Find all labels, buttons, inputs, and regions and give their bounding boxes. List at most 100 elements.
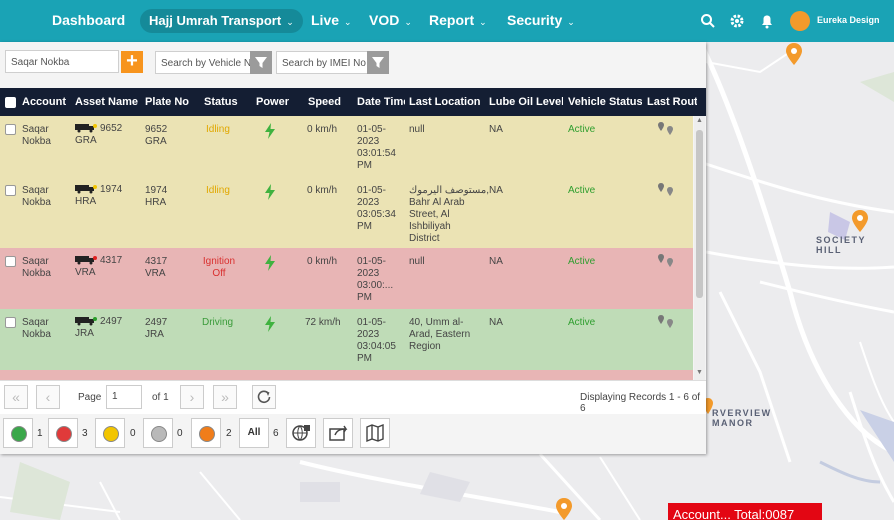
chevron-down-icon: ⌄: [286, 17, 294, 27]
row-lube: NA: [489, 124, 503, 135]
route-pins-icon[interactable]: [657, 183, 675, 197]
bell-icon[interactable]: [758, 12, 776, 30]
asset-code: VRA: [75, 267, 96, 278]
account-filter-input[interactable]: Saqar Nokba: [5, 50, 119, 73]
row-vehicle-status: Active: [568, 124, 596, 135]
map-label-manor: MANOR: [712, 418, 754, 428]
col-speed[interactable]: Speed: [308, 88, 354, 116]
col-lube-oil-level[interactable]: Lube Oil Level: [489, 88, 563, 116]
plate-line: 1974: [145, 185, 168, 196]
add-account-button[interactable]: +: [121, 51, 143, 73]
col-last-location[interactable]: Last Location: [409, 88, 487, 116]
plate-line: VRA: [145, 268, 166, 279]
table-scrollbar[interactable]: ▲ ▼: [694, 116, 705, 380]
col-asset-name[interactable]: Asset Name: [75, 88, 141, 116]
status-line: Off: [212, 268, 226, 279]
legend-green-button[interactable]: [3, 418, 33, 448]
scroll-down-icon[interactable]: ▼: [696, 369, 703, 376]
asset-number: 4317: [100, 255, 123, 266]
row-checkbox[interactable]: [5, 185, 16, 196]
route-pins-icon[interactable]: [657, 315, 675, 329]
row-date-time: 01-05- 2023 03:04:05 PM: [357, 317, 396, 365]
table-row[interactable]: Saqar Nokba 9652 GRA 9652 GRA Idling 0 km/h…: [0, 116, 693, 178]
row-account: Saqar Nokba: [22, 185, 51, 209]
account-total-badge[interactable]: Account... Total:0087: [668, 503, 822, 520]
dt-line: 01-05-: [357, 256, 386, 267]
next-page-button[interactable]: ›: [180, 385, 204, 409]
route-pins-icon[interactable]: [657, 122, 675, 136]
search-icon[interactable]: [699, 12, 717, 30]
row-vehicle-status: Active: [568, 317, 596, 328]
col-date-time[interactable]: Date Time: [357, 88, 405, 116]
imei-filter-button[interactable]: [367, 51, 389, 74]
plate-line: JRA: [145, 329, 164, 340]
table-row[interactable]: Saqar Nokba 1974 HRA 1974 HRA Idling 0 km/h…: [0, 177, 693, 249]
row-checkbox[interactable]: [5, 256, 16, 267]
col-last-route[interactable]: Last Route: [647, 88, 697, 116]
map-view-button[interactable]: [360, 418, 390, 448]
asset-code: HRA: [75, 196, 97, 207]
nav-report[interactable]: Report ⌄: [429, 0, 487, 42]
prev-page-button[interactable]: ‹: [36, 385, 60, 409]
col-account[interactable]: Account: [22, 88, 70, 116]
truck-icon: [75, 256, 97, 265]
table-row[interactable]: [0, 370, 693, 380]
page-label: Page: [78, 392, 102, 403]
row-checkbox[interactable]: [5, 317, 16, 328]
pagination-bar: « ‹ Page 1 of 1 › » Displaying Records 1…: [0, 380, 706, 415]
nav-hajj-label: Hajj Umrah Transport: [149, 13, 282, 28]
grey-dot-icon: [151, 426, 167, 442]
nav-security[interactable]: Security ⌄: [507, 0, 575, 42]
dt-line: 03:05:34: [357, 209, 396, 220]
dt-line: PM: [357, 353, 372, 364]
dt-line: 2023: [357, 136, 380, 147]
scrollbar-thumb[interactable]: [696, 130, 703, 298]
legend-grey-button[interactable]: [143, 418, 173, 448]
nav-live[interactable]: Live ⌄: [311, 0, 352, 42]
yellow-dot-icon: [103, 426, 119, 442]
row-speed: 0 km/h: [307, 256, 338, 267]
col-status[interactable]: Status: [204, 88, 254, 116]
share-button[interactable]: [323, 418, 353, 448]
nav-vod[interactable]: VOD ⌄: [369, 0, 412, 42]
row-lube: NA: [489, 256, 503, 267]
table-row[interactable]: Saqar Nokba 2497 JRA 2497 JRA Driving 72 km…: [0, 309, 693, 371]
vehicle-filter-button[interactable]: [250, 51, 272, 74]
map-marker-icon[interactable]: [852, 210, 868, 232]
plate-line: 4317: [145, 256, 168, 267]
location-line: Street, Al: [409, 209, 450, 220]
row-status: Driving: [202, 317, 234, 328]
page-total-label: of 1: [152, 392, 169, 403]
last-page-button[interactable]: »: [213, 385, 237, 409]
col-vehicle-status[interactable]: Vehicle Status: [568, 88, 642, 116]
legend-orange-button[interactable]: [191, 418, 221, 448]
vehicle-search-input[interactable]: Search by Vehicle N: [155, 51, 251, 74]
route-pins-icon[interactable]: [657, 254, 675, 268]
brand-name[interactable]: Eureka Design: [817, 15, 880, 25]
globe-location-button[interactable]: [286, 418, 316, 448]
imei-search-input[interactable]: Search by IMEI No: [276, 51, 368, 74]
col-power[interactable]: Power: [256, 88, 304, 116]
map-label-riverview: RVERVIEW: [712, 408, 772, 418]
legend-yellow-button[interactable]: [95, 418, 125, 448]
table-row[interactable]: Saqar Nokba 4317 VRA 4317 VRA Ignition Off 0…: [0, 248, 693, 310]
gear-icon[interactable]: [728, 12, 746, 30]
col-plate-no[interactable]: Plate No: [145, 88, 200, 116]
page-number-input[interactable]: 1: [106, 385, 142, 409]
location-line: مستوصف اليرموك,: [409, 185, 489, 196]
scroll-up-icon[interactable]: ▲: [696, 117, 703, 124]
refresh-button[interactable]: [252, 385, 276, 409]
nav-hajj-umrah-transport[interactable]: Hajj Umrah Transport ⌄: [140, 9, 303, 33]
legend-all-button[interactable]: All: [239, 418, 269, 448]
brand-logo-icon[interactable]: [790, 11, 810, 31]
first-page-button[interactable]: «: [4, 385, 28, 409]
map-marker-icon[interactable]: [556, 498, 572, 520]
legend-red-button[interactable]: [48, 418, 78, 448]
nav-dashboard[interactable]: Dashboard: [52, 0, 125, 42]
map-icon: [366, 423, 384, 443]
location-line: 40, Umm al-: [409, 317, 464, 328]
row-checkbox[interactable]: [5, 124, 16, 135]
map-marker-icon[interactable]: [786, 43, 802, 65]
select-all-checkbox[interactable]: [5, 97, 16, 108]
truck-icon: [75, 124, 97, 133]
